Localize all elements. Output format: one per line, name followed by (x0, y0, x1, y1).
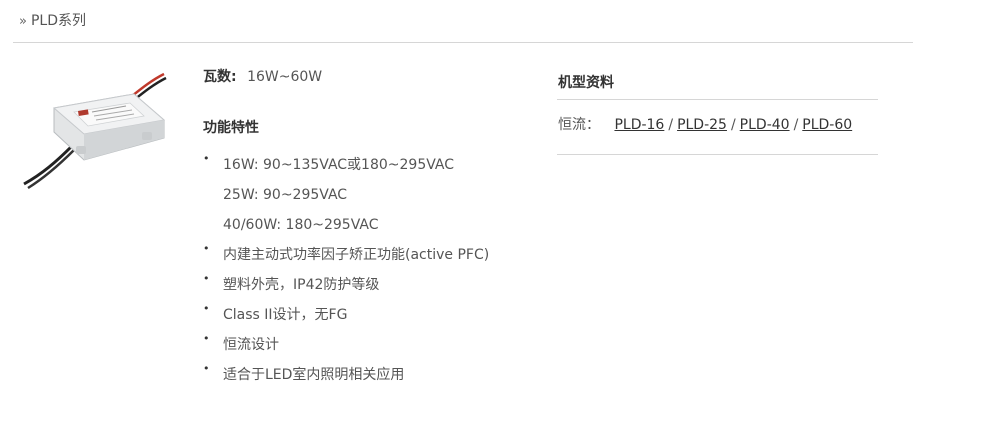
separator: / (730, 117, 736, 133)
feature-item: 内建主动式功率因子矫正功能(active PFC) (203, 234, 489, 270)
divider (557, 154, 878, 155)
feature-item: Class II设计，无FG (203, 294, 489, 330)
page-title: PLD系列 (30, 13, 86, 29)
product-image (23, 72, 167, 190)
features-title: 功能特性 (203, 120, 259, 136)
feature-list: 16W: 90~135VAC或180~295VAC 25W: 90~295VAC… (203, 144, 489, 390)
models-title: 机型资料 (558, 75, 614, 91)
separator: / (793, 117, 799, 133)
feature-item: 恒流设计 (203, 324, 489, 360)
model-link-pld-60[interactable]: PLD-60 (802, 117, 852, 133)
double-chevron-right-icon: » (19, 14, 27, 29)
wattage-label: 瓦数: (203, 69, 237, 85)
separator: / (668, 117, 674, 133)
constant-current-models: 恒流： PLD-16/PLD-25/PLD-40/PLD-60 (558, 114, 852, 134)
model-link-pld-16[interactable]: PLD-16 (614, 117, 664, 133)
feature-item: 16W: 90~135VAC或180~295VAC (203, 144, 489, 180)
divider (557, 99, 878, 100)
feature-item: 塑料外壳，IP42防护等级 (203, 264, 489, 300)
wattage-row: 瓦数: 16W~60W (203, 66, 322, 86)
divider (13, 42, 913, 43)
feature-item: 25W: 90~295VAC (223, 187, 348, 203)
feature-item: 40/60W: 180~295VAC (223, 217, 379, 233)
breadcrumb: » PLD系列 (19, 10, 86, 30)
model-link-pld-25[interactable]: PLD-25 (677, 117, 727, 133)
wattage-value: 16W~60W (247, 69, 323, 85)
feature-item: 适合于LED室内照明相关应用 (203, 354, 489, 390)
model-link-pld-40[interactable]: PLD-40 (740, 117, 790, 133)
models-row-label: 恒流： (558, 117, 600, 133)
